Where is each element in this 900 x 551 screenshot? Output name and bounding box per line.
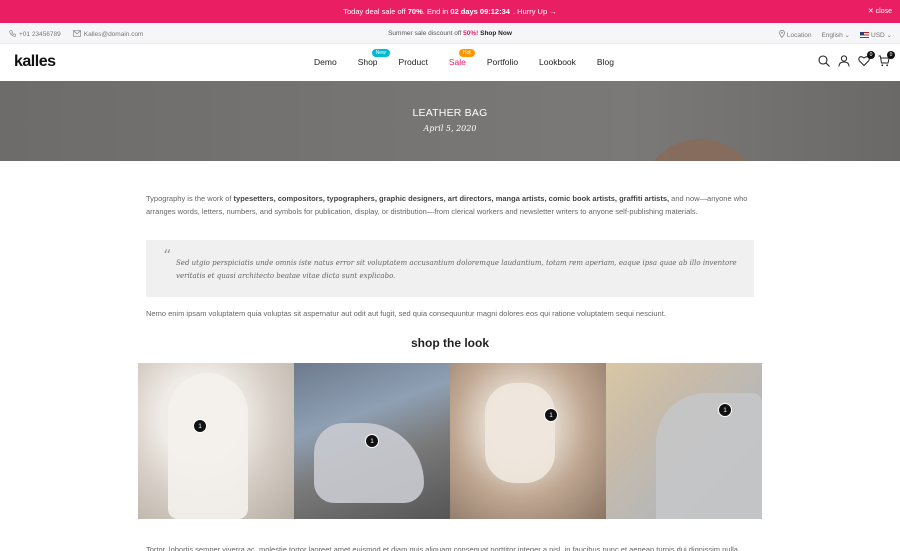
p1-bold: typesetters, compositors, typographers, … xyxy=(233,194,670,203)
summer-percent: 50%! xyxy=(463,30,479,37)
nav-label: Product xyxy=(398,57,428,67)
promo-hurry-link[interactable]: . Hurry Up → xyxy=(513,7,557,16)
nav-label: Blog xyxy=(596,57,614,67)
main-nav: Demo Shop New Product Sale Hot Portfolio L… xyxy=(314,49,635,67)
look-image-sneakers: 1 xyxy=(294,363,450,519)
us-flag-icon xyxy=(860,31,870,38)
nav-item-demo[interactable]: Demo xyxy=(314,57,337,67)
language-selector[interactable]: English ⌄ xyxy=(821,31,850,39)
new-badge: New xyxy=(371,49,390,57)
nav-item-blog[interactable]: Blog xyxy=(597,57,614,67)
user-icon xyxy=(838,55,850,67)
summer-prefix: Summer sale discount off xyxy=(388,30,462,37)
location-text: Location xyxy=(786,32,812,39)
top-bar: +01 23456789 Kalles@domain.com Summer sa… xyxy=(0,23,900,44)
promo-close-button[interactable]: ✕ close xyxy=(868,7,892,15)
promo-middle: . End in xyxy=(422,7,449,16)
wishlist-button[interactable]: 0 xyxy=(858,51,875,68)
look-image-dress: 1 xyxy=(138,363,294,519)
promo-countdown: 02 days 09:12:34 xyxy=(450,7,510,16)
nav-label: Shop xyxy=(357,57,378,67)
nav-label: Sale xyxy=(448,57,466,67)
nav-label: Demo xyxy=(314,57,337,67)
post-hero-banner: LEATHER BAG April 5, 2020 xyxy=(0,81,900,161)
product-hotspot[interactable]: 1 xyxy=(365,434,379,448)
product-hotspot[interactable]: 1 xyxy=(718,403,732,417)
look-image-necklace: 1 xyxy=(606,363,762,519)
location-pin-icon xyxy=(778,30,785,38)
quote-text: Sed utgio perspiciatis unde omnis iste n… xyxy=(176,259,737,280)
blockquote: “ Sed utgio perspiciatis unde omnis iste… xyxy=(146,240,754,297)
currency-text: USD ⌄ xyxy=(871,31,892,39)
account-button[interactable] xyxy=(838,54,850,68)
nav-item-portfolio[interactable]: Portfolio xyxy=(487,57,518,67)
nav-item-lookbook[interactable]: Lookbook xyxy=(539,57,576,67)
cart-count: 0 xyxy=(887,51,895,59)
main-header: kalles Demo Shop New Product Sale Hot Port… xyxy=(0,44,900,81)
post-date: April 5, 2020 xyxy=(423,124,477,133)
quote-mark-icon: “ xyxy=(163,246,172,265)
nav-item-product[interactable]: Product xyxy=(399,57,428,67)
article-paragraph-2: Nemo enim ipsam voluptatem quia voluptas… xyxy=(146,309,666,318)
p1-start: Typography is the work of xyxy=(146,194,234,203)
location-link[interactable]: Location xyxy=(778,30,812,39)
shop-the-look-gallery: 1 1 1 1 xyxy=(138,363,763,519)
nav-item-shop[interactable]: Shop New xyxy=(357,49,390,67)
promo-bar: Today deal sale off 70%. End in 02 days … xyxy=(0,0,900,23)
nav-label: Portfolio xyxy=(486,57,519,67)
site-logo[interactable]: kalles xyxy=(14,53,56,71)
look-image-shirt: 1 xyxy=(450,363,606,519)
promo-percent: 70% xyxy=(407,7,423,16)
currency-selector[interactable]: USD ⌄ xyxy=(860,31,892,39)
nav-label: Lookbook xyxy=(539,57,576,67)
nav-item-sale[interactable]: Sale Hot xyxy=(448,49,475,67)
hot-badge: Hot xyxy=(458,49,475,57)
product-hotspot[interactable]: 1 xyxy=(544,408,558,422)
product-hotspot[interactable]: 1 xyxy=(193,419,207,433)
summer-sale-notice: Summer sale discount off 50%! Shop Now xyxy=(0,30,900,37)
post-title: LEATHER BAG xyxy=(412,107,488,119)
shop-now-link[interactable]: Shop Now xyxy=(480,30,512,37)
search-icon xyxy=(818,55,830,67)
article-paragraph-1: Typography is the work of typesetters, c… xyxy=(146,192,754,218)
cart-button[interactable]: 0 xyxy=(878,51,895,68)
wishlist-count: 0 xyxy=(867,51,875,59)
shop-the-look-heading: shop the look xyxy=(411,336,489,350)
promo-prefix: Today deal sale off xyxy=(343,7,406,16)
search-button[interactable] xyxy=(818,54,830,68)
